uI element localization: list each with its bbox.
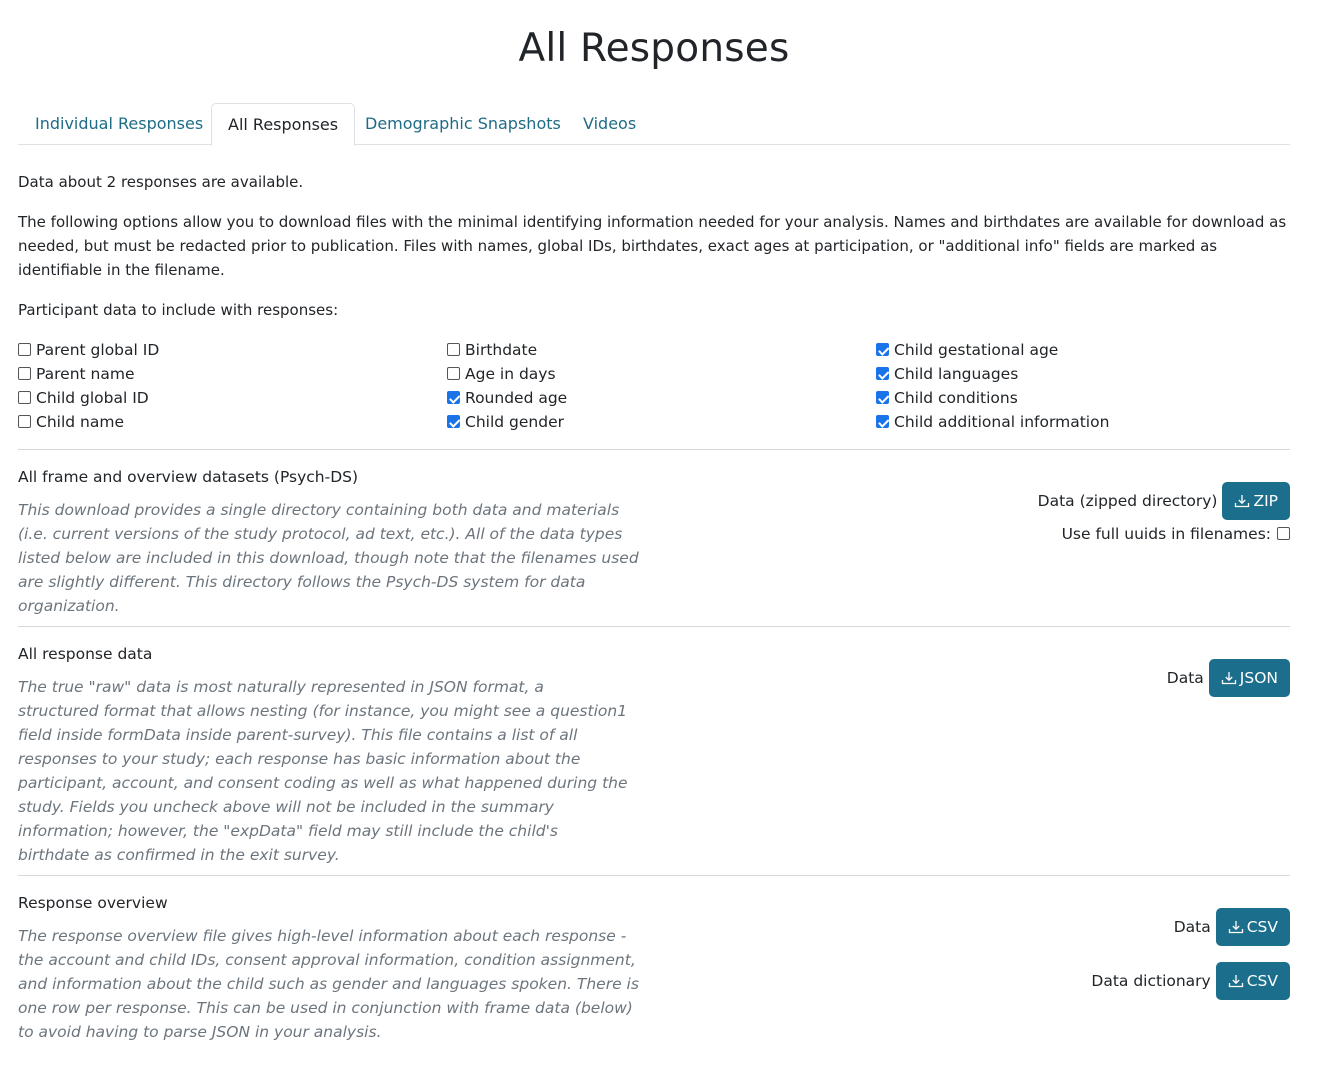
- checkbox-label: Rounded age: [465, 389, 568, 407]
- response-count-text: Data about 2 responses are available.: [18, 173, 304, 191]
- overview-download-row: Data CSV: [1174, 908, 1290, 946]
- use-full-uuids-checkbox[interactable]: [1277, 527, 1290, 540]
- checkbox-age-in-days[interactable]: Age in days: [447, 362, 556, 386]
- overview-dictionary-row: Data dictionary CSV: [1091, 962, 1290, 1000]
- checkbox-child-gender[interactable]: Child gender: [447, 410, 564, 434]
- checkbox-label: Age in days: [465, 365, 556, 383]
- download-json-button[interactable]: JSON: [1208, 659, 1290, 697]
- checkbox-child-conditions[interactable]: Child conditions: [876, 386, 1018, 410]
- overview-section-description: The response overview file gives high-le…: [18, 927, 639, 1041]
- download-zip-button-label: ZIP: [1253, 492, 1278, 510]
- checkbox-birthdate[interactable]: Birthdate: [447, 338, 537, 362]
- tab-all-responses[interactable]: All Responses: [211, 103, 356, 146]
- checkbox-label: Child gender: [465, 413, 564, 431]
- checkbox-label: Child global ID: [36, 389, 149, 407]
- tab-individual-responses[interactable]: Individual Responses: [19, 103, 219, 145]
- download-dictionary-csv-button-label: CSV: [1246, 972, 1278, 990]
- checkbox-label: Child name: [36, 413, 124, 431]
- checkbox[interactable]: [876, 415, 889, 428]
- all-response-download-row: Data JSON: [1167, 659, 1290, 697]
- psychds-section-description: This download provides a single director…: [18, 501, 639, 615]
- checkbox-child-additional-information[interactable]: Child additional information: [876, 410, 1109, 434]
- checkbox-label: Child gestational age: [894, 341, 1059, 359]
- download-icon: [1235, 495, 1250, 508]
- psychds-section-title: All frame and overview datasets (Psych-D…: [18, 468, 359, 486]
- page-title: All Responses: [518, 26, 790, 71]
- download-icon: [1228, 975, 1243, 988]
- checkbox-label: Parent global ID: [36, 341, 160, 359]
- tab-demographic-snapshots[interactable]: Demographic Snapshots: [349, 103, 577, 145]
- divider: [18, 626, 1290, 627]
- checkbox[interactable]: [876, 367, 889, 380]
- all-response-section-title: All response data: [18, 645, 153, 663]
- download-csv-button[interactable]: CSV: [1215, 908, 1290, 946]
- checkbox-parent-global-id[interactable]: Parent global ID: [18, 338, 159, 362]
- psychds-download-row: Data (zipped directory) ZIP: [1038, 482, 1290, 520]
- overview-download-label: Data: [1173, 918, 1211, 936]
- all-response-download-label: Data: [1166, 669, 1204, 687]
- download-zip-button[interactable]: ZIP: [1222, 482, 1290, 520]
- download-options-text: The following options allow you to downl…: [18, 213, 1287, 279]
- checkbox[interactable]: [18, 367, 31, 380]
- divider: [18, 875, 1290, 876]
- checkbox[interactable]: [18, 415, 31, 428]
- use-full-uuids-toggle[interactable]: Use full uuids in filenames:: [1062, 522, 1290, 546]
- checkbox-label: Birthdate: [465, 341, 538, 359]
- checkbox-rounded-age[interactable]: Rounded age: [447, 386, 567, 410]
- checkbox[interactable]: [447, 367, 460, 380]
- checkbox-label: Child additional information: [894, 413, 1110, 431]
- download-icon: [1221, 672, 1236, 685]
- checkbox[interactable]: [447, 343, 460, 356]
- psychds-download-label: Data (zipped directory): [1037, 492, 1218, 510]
- tab-bar: Individual Responses All Responses Demog…: [18, 103, 1290, 146]
- checkbox-child-gestational-age[interactable]: Child gestational age: [876, 338, 1058, 362]
- checkbox-label: Child conditions: [894, 389, 1018, 407]
- data-dictionary-label: Data dictionary: [1091, 972, 1211, 990]
- checkbox-child-global-id[interactable]: Child global ID: [18, 386, 149, 410]
- tab-videos[interactable]: Videos: [567, 103, 652, 145]
- participant-data-label: Participant data to include with respons…: [18, 301, 339, 319]
- divider: [18, 449, 1290, 450]
- download-json-button-label: JSON: [1239, 669, 1278, 687]
- all-response-section-description: The true "raw" data is most naturally re…: [18, 678, 628, 864]
- download-csv-button-label: CSV: [1246, 918, 1278, 936]
- use-full-uuids-label: Use full uuids in filenames:: [1061, 525, 1271, 543]
- checkbox-child-languages[interactable]: Child languages: [876, 362, 1018, 386]
- checkbox-label: Child languages: [894, 365, 1019, 383]
- checkbox[interactable]: [447, 391, 460, 404]
- checkbox-parent-name[interactable]: Parent name: [18, 362, 135, 386]
- checkbox[interactable]: [876, 343, 889, 356]
- download-icon: [1228, 921, 1243, 934]
- checkbox[interactable]: [447, 415, 460, 428]
- checkbox[interactable]: [876, 391, 889, 404]
- checkbox-label: Parent name: [36, 365, 135, 383]
- checkbox-child-name[interactable]: Child name: [18, 410, 124, 434]
- checkbox[interactable]: [18, 343, 31, 356]
- overview-section-title: Response overview: [18, 894, 168, 912]
- download-dictionary-csv-button[interactable]: CSV: [1215, 962, 1290, 1000]
- checkbox[interactable]: [18, 391, 31, 404]
